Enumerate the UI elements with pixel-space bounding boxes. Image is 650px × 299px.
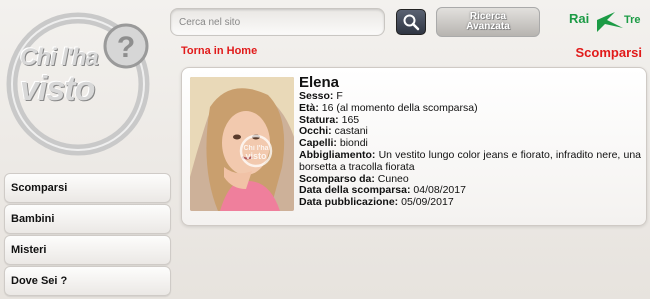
logo-text-bottom: visto	[20, 70, 95, 108]
person-info: Elena Sesso: F Età: 16 (al momento della…	[299, 74, 641, 209]
menu-item-misteri[interactable]: Misteri	[4, 235, 171, 265]
field-label: Data della scomparsa:	[299, 184, 411, 197]
tre-text: Tre	[624, 14, 641, 26]
home-link[interactable]: Torna in Home	[181, 45, 257, 57]
field-label: Capelli:	[299, 137, 337, 150]
field-label: Sesso:	[299, 90, 334, 102]
menu-item-bambini[interactable]: Bambini	[4, 204, 171, 234]
field-value: biondi	[339, 137, 368, 150]
field-value: castani	[334, 125, 368, 138]
field-value: Cuneo	[377, 172, 409, 185]
field-publication-date: Data pubblicazione: 05/09/2017	[299, 196, 641, 209]
search-button[interactable]	[396, 9, 426, 35]
portrait-image: Chi l'ha visto	[190, 77, 294, 211]
menu-item-scomparsi[interactable]: Scomparsi	[4, 173, 171, 203]
section-title: Scomparsi	[575, 45, 642, 60]
person-photo[interactable]: Chi l'ha visto	[190, 77, 294, 211]
field-value: 04/08/2017	[413, 184, 466, 197]
advanced-search-button[interactable]: Ricerca Avanzata	[436, 7, 540, 37]
search-input[interactable]	[170, 8, 385, 36]
logo-text-top: Chi l'ha	[20, 44, 99, 71]
field-value: 05/09/2017	[401, 196, 454, 209]
side-menu: Scomparsi Bambini Misteri Dove Sei ?	[4, 173, 171, 297]
field-label: Età:	[299, 101, 319, 114]
rai-tre-logo[interactable]: Rai Tre	[567, 6, 647, 36]
field-label: Occhi:	[299, 125, 332, 138]
photo-watermark-bottom: visto	[245, 151, 267, 161]
rai-text: Rai	[569, 11, 589, 26]
field-label: Statura:	[299, 113, 339, 126]
magnifier-icon	[403, 14, 420, 31]
rai-star-icon	[597, 12, 623, 32]
field-value: F	[336, 90, 343, 102]
field-value: 165	[341, 113, 360, 126]
field-value: 16 (al momento della scomparsa)	[321, 101, 478, 114]
chi-lha-visto-logo[interactable]: ? Chi l'ha visto	[6, 4, 158, 160]
menu-item-dove-sei[interactable]: Dove Sei ?	[4, 266, 171, 296]
person-name: Elena	[299, 74, 340, 91]
missing-person-card: Chi l'ha visto Elena Sesso: F Età: 16 (a…	[181, 67, 647, 226]
logo-question-mark: ?	[117, 31, 135, 64]
field-label: Abbigliamento:	[299, 148, 376, 161]
field-clothing: Abbigliamento: Un vestito lungo color je…	[299, 148, 641, 174]
field-label: Data pubblicazione:	[299, 196, 399, 209]
field-label: Scomparso da:	[299, 172, 375, 185]
